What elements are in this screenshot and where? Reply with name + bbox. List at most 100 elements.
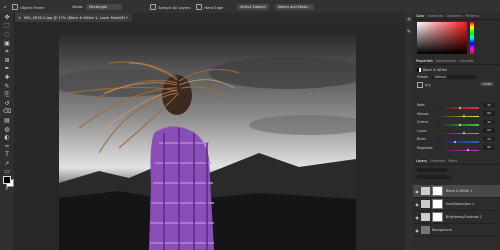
slider-row-magentas: Magentas 80: [417, 145, 495, 152]
layer-thumbnail: [421, 187, 430, 195]
layer-thumbnail: [421, 213, 430, 221]
slider-value-field[interactable]: 20: [483, 136, 495, 141]
tab-gradients[interactable]: Gradients: [446, 14, 462, 18]
clone-stamp-tool-icon[interactable]: ⎘: [0, 90, 14, 99]
slider-row-yellows: Yellows 60: [417, 111, 495, 118]
rectangle-tool-icon[interactable]: ▭: [0, 168, 14, 177]
history-brush-tool-icon[interactable]: ↺: [0, 99, 14, 108]
layer-name[interactable]: Background: [432, 228, 452, 232]
eraser-tool-icon[interactable]: ⌫: [0, 108, 14, 117]
layer-kind-filter[interactable]: [417, 168, 447, 172]
tab-color[interactable]: Color: [416, 14, 425, 18]
auto-button[interactable]: Auto: [480, 82, 494, 86]
marquee-tool-icon[interactable]: ⬚: [0, 22, 14, 31]
slider-label: Reds: [417, 103, 425, 107]
slider-value-field[interactable]: 40: [483, 102, 495, 107]
foreground-color-swatch[interactable]: [3, 176, 11, 184]
healing-brush-tool-icon[interactable]: ✚: [0, 73, 14, 82]
tab-adjustments[interactable]: Adjustments: [436, 59, 457, 63]
document-tab[interactable]: ✕ IMG_0935-2.jpg @ 17% (Black & White 1,…: [14, 13, 132, 22]
slider-thumb[interactable]: [462, 114, 465, 118]
layer-row[interactable]: ◉ Black & White 1: [413, 185, 500, 198]
tab-properties[interactable]: Properties: [416, 59, 433, 63]
color-swatches[interactable]: [3, 176, 14, 187]
sample-all-layers-checkbox[interactable]: [150, 3, 157, 10]
slider-thumb[interactable]: [462, 131, 465, 135]
sample-all-layers-toggle[interactable]: Sample All Layers: [150, 3, 191, 10]
gradient-tool-icon[interactable]: ▤: [0, 116, 14, 125]
blur-tool-icon[interactable]: ◍: [0, 125, 14, 134]
brush-settings-icon[interactable]: ✎: [405, 29, 413, 35]
canvas-area[interactable]: [14, 22, 405, 250]
mode-label: Mode:: [72, 4, 84, 9]
dodge-tool-icon[interactable]: ◐: [0, 133, 14, 142]
slider-track[interactable]: [437, 115, 479, 118]
tab-channels[interactable]: Channels: [430, 159, 445, 163]
properties-panel-tabs: Properties Adjustments Libraries: [413, 58, 500, 65]
layers-panel-tabs: Layers Channels Paths: [413, 158, 500, 165]
frame-tool-icon[interactable]: ⊞: [0, 56, 14, 65]
type-tool-icon[interactable]: T: [0, 151, 14, 160]
tint-label: Tint: [424, 83, 431, 88]
slider-track[interactable]: [437, 132, 479, 135]
layer-name[interactable]: Brightness/Contrast 1: [446, 215, 482, 219]
hue-slider[interactable]: [470, 22, 474, 54]
hard-edge-toggle[interactable]: Hard Edge: [196, 3, 223, 10]
crop-tool-icon[interactable]: ⌗: [0, 47, 14, 56]
select-subject-button[interactable]: Select Subject: [237, 3, 269, 10]
move-tool-icon[interactable]: ✥: [0, 13, 14, 22]
black-white-icon: [417, 68, 421, 72]
tab-layers[interactable]: Layers: [416, 159, 427, 163]
layer-row[interactable]: ◉ Brightness/Contrast 1: [413, 211, 500, 224]
document-canvas-image[interactable]: [59, 33, 356, 250]
pen-tool-icon[interactable]: ✑: [0, 142, 14, 151]
slider-label: Yellows: [417, 111, 429, 116]
tab-patterns[interactable]: Patterns: [465, 14, 479, 18]
layer-row[interactable]: ◉ Background: [413, 224, 500, 237]
sample-all-layers-label: Sample All Layers: [158, 5, 191, 10]
history-icon[interactable]: ⟲: [405, 17, 413, 23]
slider-thumb[interactable]: [458, 122, 461, 126]
tab-swatches[interactable]: Swatches: [428, 14, 444, 18]
slider-value-field[interactable]: 40: [483, 119, 495, 124]
layer-mask-thumbnail[interactable]: [432, 186, 443, 196]
visibility-eye-icon[interactable]: ◉: [413, 189, 421, 194]
layer-mask-thumbnail[interactable]: [432, 199, 443, 209]
brush-tool-icon[interactable]: ✎: [0, 82, 14, 91]
object-finder-toggle[interactable]: Object Finder: [12, 3, 44, 10]
layer-name[interactable]: Black & White 1: [446, 189, 472, 193]
home-icon[interactable]: ⌂: [4, 5, 6, 9]
mode-select[interactable]: Rectangle: [86, 3, 123, 10]
visibility-eye-icon[interactable]: ◉: [413, 228, 421, 233]
color-panel-tabs: Color Swatches Gradients Patterns: [413, 13, 500, 20]
tab-libraries[interactable]: Libraries: [459, 59, 473, 63]
select-and-mask-button[interactable]: Select and Mask...: [274, 3, 314, 10]
slider-value-field[interactable]: 80: [483, 145, 495, 150]
layer-mask-thumbnail[interactable]: [432, 212, 443, 222]
slider-track[interactable]: [437, 149, 479, 152]
slider-thumb[interactable]: [466, 148, 469, 152]
close-icon[interactable]: ✕: [18, 16, 21, 20]
tab-paths[interactable]: Paths: [448, 159, 457, 163]
layer-name[interactable]: Hue/Saturation 1: [446, 202, 474, 206]
blend-mode-select[interactable]: [417, 175, 451, 179]
slider-thumb[interactable]: [454, 139, 457, 143]
preset-select[interactable]: Default: [432, 75, 477, 79]
slider-value-field[interactable]: 60: [483, 128, 495, 133]
object-finder-checkbox[interactable]: [12, 3, 19, 10]
path-selection-tool-icon[interactable]: ➚: [0, 159, 14, 168]
visibility-eye-icon[interactable]: ◉: [413, 202, 421, 207]
visibility-eye-icon[interactable]: ◉: [413, 215, 421, 220]
slider-thumb[interactable]: [458, 105, 461, 109]
object-selection-tool-icon[interactable]: ▣: [0, 39, 14, 48]
slider-label: Greens: [417, 120, 429, 124]
tint-checkbox[interactable]: [417, 82, 423, 88]
adjustment-header: Black & White: [417, 68, 500, 72]
color-picker-field[interactable]: [417, 22, 467, 54]
slider-value-field[interactable]: 60: [483, 111, 495, 116]
hard-edge-checkbox[interactable]: [196, 3, 203, 10]
lasso-tool-icon[interactable]: ◌: [0, 30, 14, 39]
layer-row[interactable]: ◉ Hue/Saturation 1: [413, 198, 500, 211]
eyedropper-tool-icon[interactable]: ✒: [0, 65, 14, 74]
slider-track[interactable]: [437, 141, 479, 143]
